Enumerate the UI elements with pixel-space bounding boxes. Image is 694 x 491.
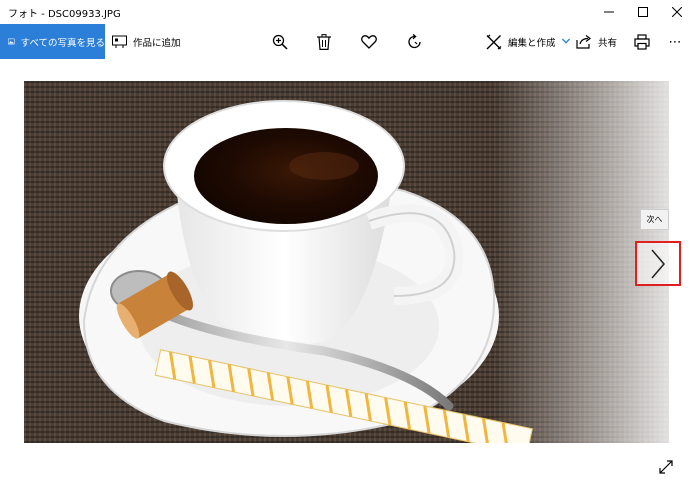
more-icon: ⋯ [668, 34, 682, 50]
rotate-icon [408, 34, 421, 49]
zoom-in-button[interactable] [269, 31, 291, 53]
window-title: フォト - DSC09933.JPG [8, 8, 121, 20]
heart-icon [361, 35, 377, 49]
toolbar: すべての写真を見る 作品に追加 編集と作成 共有 ⋯ [0, 24, 694, 59]
trash-icon [317, 34, 331, 50]
share-button[interactable]: 共有 [576, 24, 617, 59]
more-button[interactable]: ⋯ [664, 31, 686, 53]
add-to-creation-button[interactable]: 作品に追加 [112, 24, 181, 59]
next-tooltip: 次へ [640, 209, 669, 230]
chevron-right-icon [651, 249, 665, 278]
next-photo-button[interactable] [635, 241, 681, 286]
coffee-photo-image [79, 81, 669, 443]
all-photos-label: すべての写真を見る [20, 37, 105, 49]
close-button[interactable] [660, 0, 694, 24]
print-button[interactable] [631, 31, 653, 53]
full-screen-button[interactable] [657, 458, 675, 476]
edit-and-create-label: 編集と作成 [508, 37, 556, 49]
share-icon [576, 35, 591, 49]
chevron-down-icon [561, 37, 570, 47]
share-label: 共有 [598, 37, 618, 49]
print-icon [634, 34, 650, 50]
add-to-album-icon [112, 35, 127, 48]
photo-view[interactable] [24, 81, 669, 443]
next-tooltip-label: 次へ [646, 215, 663, 224]
minimize-icon [604, 11, 614, 13]
zoom-in-icon [272, 34, 288, 50]
maximize-icon [638, 7, 648, 17]
photo-icon [8, 38, 15, 45]
close-icon [672, 7, 682, 17]
maximize-button[interactable] [626, 0, 660, 24]
title-bar: フォト - DSC09933.JPG [0, 0, 694, 24]
edit-and-create-button[interactable]: 編集と作成 [486, 24, 570, 59]
minimize-button[interactable] [592, 0, 626, 24]
add-to-creation-label: 作品に追加 [133, 37, 181, 49]
expand-icon [659, 460, 673, 474]
rotate-button[interactable] [404, 31, 426, 53]
all-photos-button[interactable]: すべての写真を見る [0, 24, 105, 59]
delete-button[interactable] [313, 31, 335, 53]
favorite-button[interactable] [358, 31, 380, 53]
edit-icon [486, 33, 502, 49]
